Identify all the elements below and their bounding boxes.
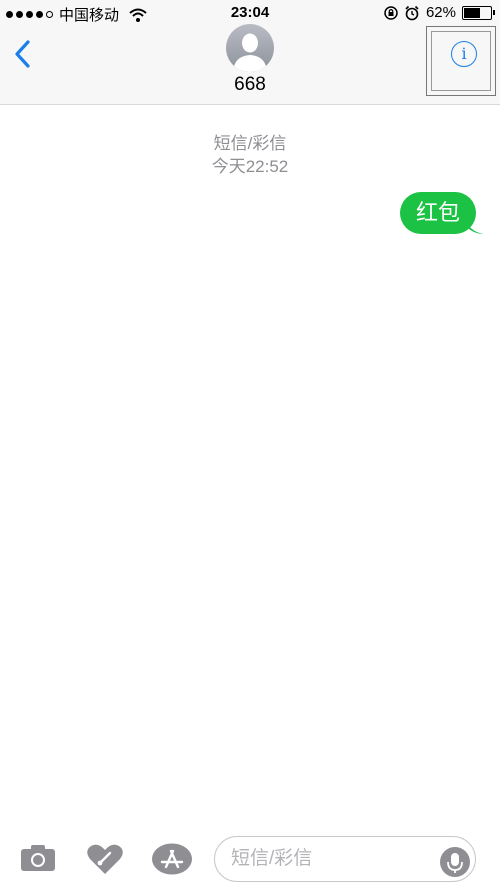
avatar[interactable] [226,24,274,72]
microphone-icon [447,853,463,873]
camera-icon[interactable] [20,843,56,873]
battery-percent: 62% [425,4,456,21]
info-button[interactable]: i [426,26,496,96]
battery-fill [464,7,481,18]
chevron-left-icon[interactable] [12,40,34,68]
contact-name[interactable]: 668 [0,74,500,96]
message-timestamp: 今天22:52 [211,157,289,176]
status-right: 62% [384,4,495,21]
person-silhouette-icon [233,33,267,72]
bubble-tail [464,218,484,234]
alarm-icon [405,5,419,20]
microphone-button[interactable] [440,847,470,877]
battery-icon [462,5,495,20]
heart-icon[interactable] [87,843,123,875]
status-bar: 中国移动 23:04 62% [0,0,500,26]
input-bar: 短信/彩信 [0,829,500,889]
info-icon[interactable]: i [451,41,477,67]
conversation-header: 668 i [0,24,500,105]
message-type-label: 短信/彩信 [213,134,287,153]
message-input[interactable]: 短信/彩信 [214,836,476,882]
app-store-icon[interactable] [151,843,193,875]
rotation-lock-icon [384,5,398,20]
